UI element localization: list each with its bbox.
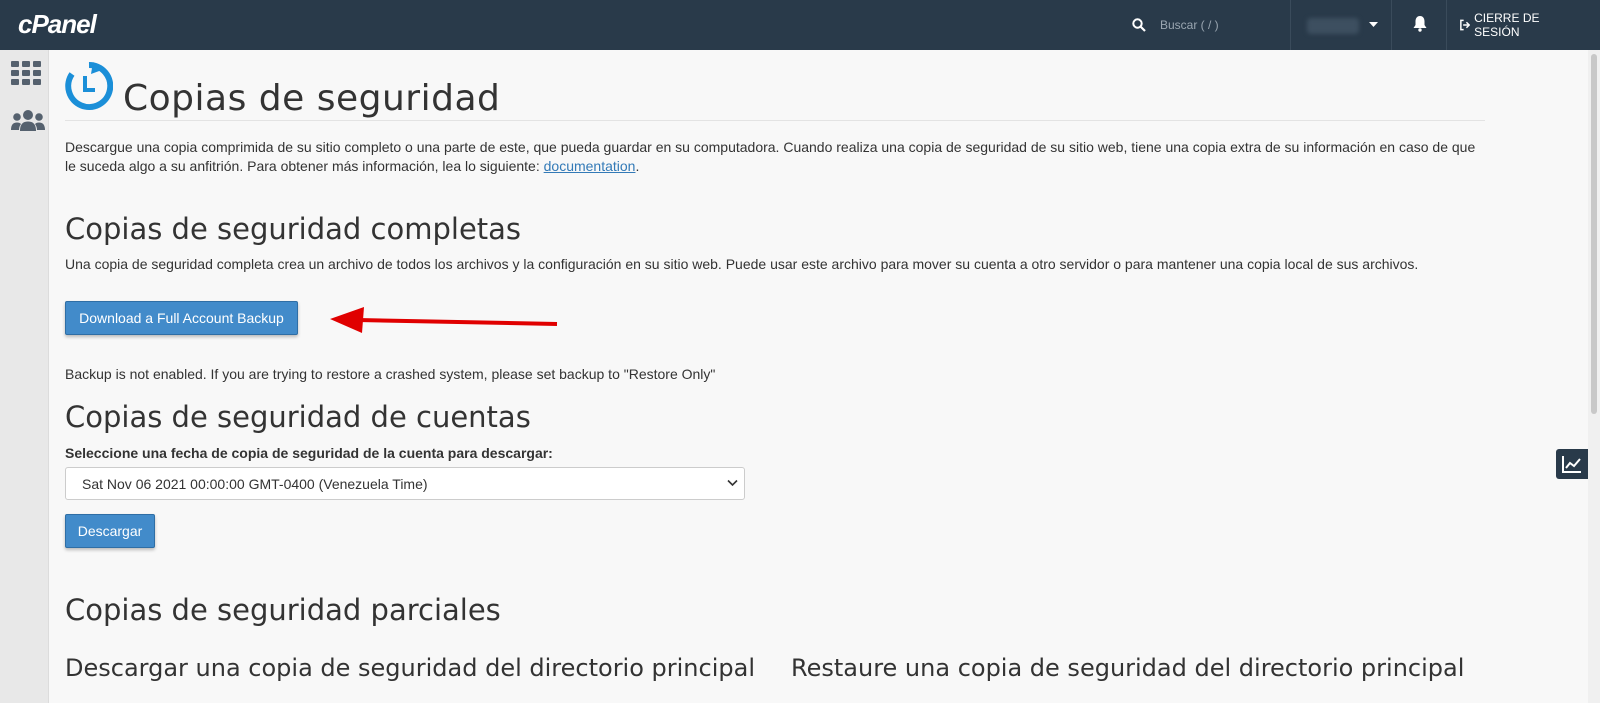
logout-button[interactable]: CIERRE DE SESIÓN <box>1446 0 1580 50</box>
restore-home-backup-heading: Restaure una copia de seguridad del dire… <box>791 654 1465 682</box>
backup-date-value: Sat Nov 06 2021 00:00:00 GMT-0400 (Venez… <box>82 475 428 492</box>
backup-date-select[interactable]: Sat Nov 06 2021 00:00:00 GMT-0400 (Venez… <box>65 467 745 500</box>
search-icon[interactable] <box>1132 18 1146 32</box>
download-account-backup-button[interactable]: Descargar <box>65 514 155 548</box>
users-icon[interactable] <box>11 109 45 133</box>
backup-clock-icon <box>65 62 113 110</box>
full-backups-heading: Copias de seguridad completas <box>65 212 522 246</box>
bell-icon[interactable] <box>1412 15 1428 32</box>
account-backups-heading: Copias de seguridad de cuentas <box>65 400 531 434</box>
chevron-down-icon <box>727 479 738 487</box>
backup-date-label: Seleccione una fecha de copia de segurid… <box>65 445 553 461</box>
logout-label: CIERRE DE SESIÓN <box>1474 11 1540 39</box>
logout-icon <box>1460 19 1471 31</box>
arrow-annotation <box>330 307 558 333</box>
user-caret-icon[interactable] <box>1369 22 1378 28</box>
download-full-backup-button[interactable]: Download a Full Account Backup <box>65 301 298 335</box>
grid-icon[interactable] <box>11 61 41 85</box>
partial-backups-heading: Copias de seguridad parciales <box>65 593 501 627</box>
page-title: Copias de seguridad <box>123 78 501 119</box>
search-box[interactable] <box>1132 0 1282 50</box>
page-header: Copias de seguridad <box>65 60 1485 121</box>
page-scrollbar[interactable] <box>1588 50 1600 703</box>
full-backups-description: Una copia de seguridad completa crea un … <box>65 256 1419 272</box>
documentation-link[interactable]: documentation <box>544 158 636 174</box>
sidebar <box>0 50 49 703</box>
search-input[interactable] <box>1158 17 1272 33</box>
scrollbar-thumb[interactable] <box>1591 54 1597 414</box>
intro-end: . <box>635 158 640 174</box>
top-bar: cPanel CIERRE DE SESIÓN <box>0 0 1600 50</box>
backup-disabled-notice: Backup is not enabled. If you are trying… <box>65 366 716 382</box>
stats-icon <box>1562 456 1581 473</box>
intro-paragraph: Descargue una copia comprimida de su sit… <box>65 138 1485 176</box>
stats-toggle-button[interactable] <box>1556 449 1588 479</box>
user-menu[interactable] <box>1290 0 1392 50</box>
username-redacted <box>1307 18 1359 34</box>
cpanel-logo[interactable]: cPanel <box>18 9 97 40</box>
intro-text: Descargue una copia comprimida de su sit… <box>65 139 1476 174</box>
download-home-backup-heading: Descargar una copia de seguridad del dir… <box>65 654 755 682</box>
